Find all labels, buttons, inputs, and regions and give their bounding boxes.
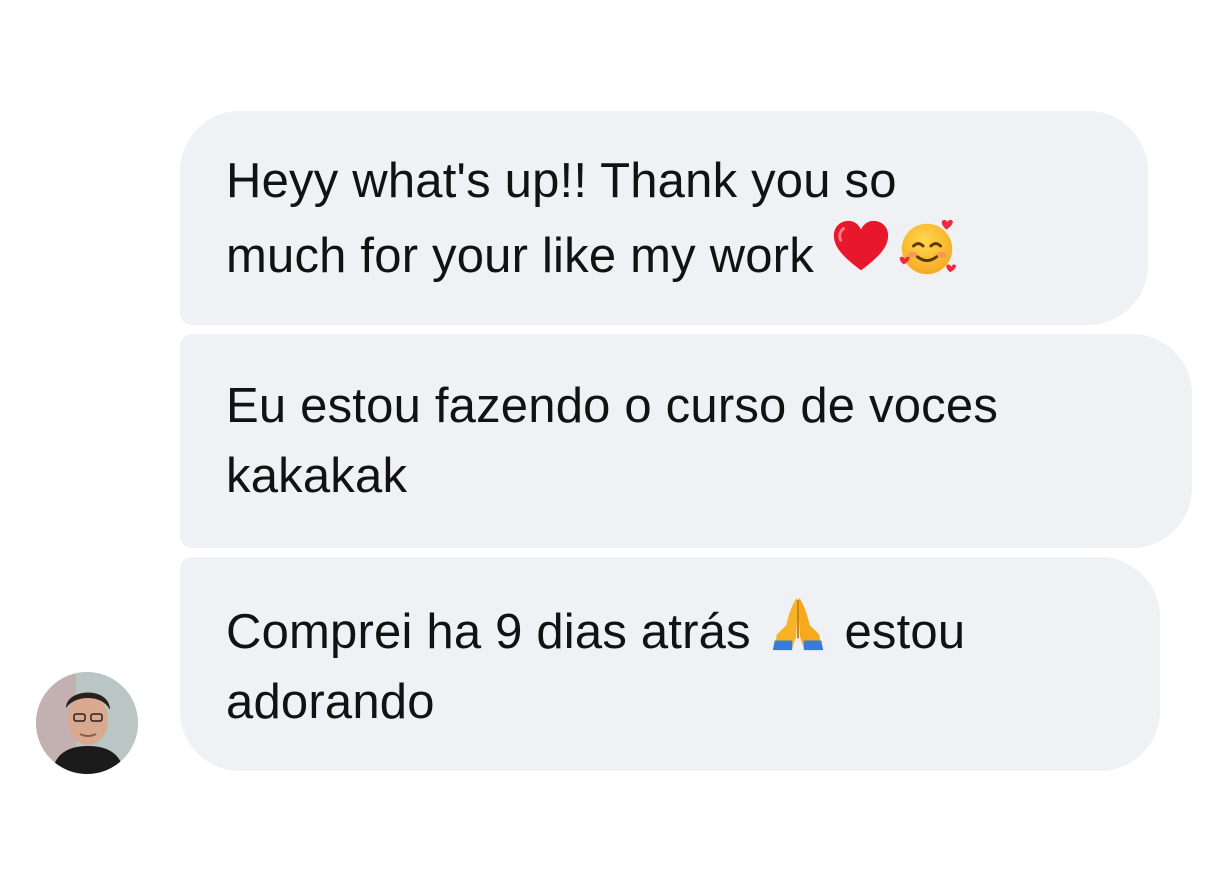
smiling-face-with-hearts-emoji-icon	[899, 219, 956, 274]
message-bubble-1[interactable]: Heyy what's up!! Thank you so much for y…	[180, 111, 1148, 325]
message-3-line-1-start: Comprei ha 9 dias atrás	[226, 604, 751, 659]
message-2-line-2: kakakak	[226, 449, 408, 503]
message-thread: Heyy what's up!! Thank you so much for y…	[0, 0, 1228, 882]
message-2-line-1: Eu estou fazendo o curso de voces	[226, 379, 999, 433]
avatar-photo-icon	[36, 672, 138, 774]
message-text-2: Eu estou fazendo o curso de voces kakaka…	[226, 371, 998, 511]
folded-hands-emoji-icon	[772, 597, 823, 650]
message-3-line-2: adorando	[226, 674, 435, 729]
message-text-1: Heyy what's up!! Thank you so much for y…	[226, 146, 960, 291]
sender-avatar[interactable]	[36, 672, 138, 774]
red-heart-emoji-icon	[833, 220, 888, 270]
message-1-line-1: Heyy what's up!! Thank you so	[226, 153, 897, 208]
message-1-line-2: much for your like my work	[226, 228, 814, 283]
message-bubble-3[interactable]: Comprei ha 9 dias atrás estou adorando	[180, 557, 1160, 771]
message-bubble-2[interactable]: Eu estou fazendo o curso de voces kakaka…	[180, 334, 1192, 548]
message-3-line-1-end: estou	[844, 604, 966, 659]
message-text-3: Comprei ha 9 dias atrás estou adorando	[226, 592, 965, 737]
